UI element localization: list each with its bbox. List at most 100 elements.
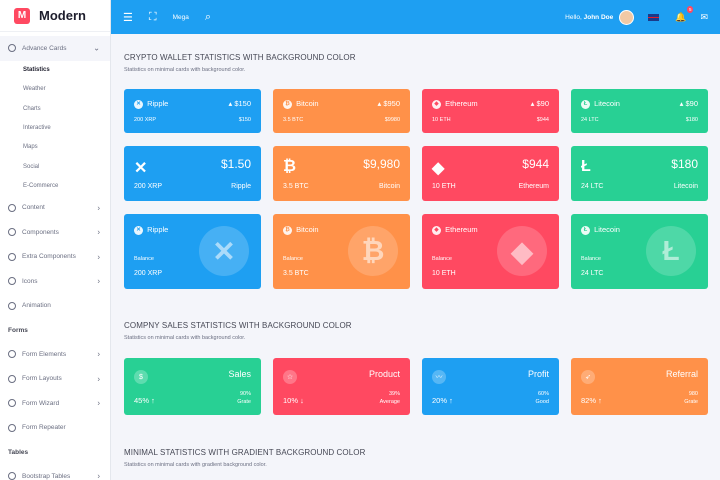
bitcoin-card[interactable]: ₿ $9,980 3.5 BTC Bitcoin	[273, 146, 410, 201]
card-name: ₿ Bitcoin	[283, 225, 319, 235]
sidebar-subitem-interactive[interactable]: Interactive	[0, 118, 110, 137]
brand[interactable]: M Modern	[0, 0, 110, 32]
litecoin-card[interactable]: Ł Litecoin Balance 24 LTC Ł	[571, 214, 708, 289]
notification-badge: 5	[686, 5, 694, 13]
balance-label: Balance	[581, 256, 601, 262]
card-coin-name: Bitcoin	[378, 183, 400, 190]
uk-flag-icon[interactable]	[648, 13, 660, 21]
avatar[interactable]	[619, 9, 635, 25]
card-rating: 60% Good	[535, 391, 549, 405]
bitcoin-card[interactable]: ₿ Bitcoin Balance 3.5 BTC ₿	[273, 214, 410, 289]
card-holding: 10 ETH	[432, 183, 456, 190]
caret-up-icon: ▴	[679, 99, 684, 108]
card-holding: 3.5 BTC	[283, 270, 309, 277]
sidebar-subitem-social[interactable]: Social	[0, 157, 110, 176]
sidebar-item-advance-cards[interactable]: Advance Cards ⌄	[0, 36, 110, 61]
card-rating: 980 Grate	[684, 391, 698, 405]
card-title: Profit	[527, 369, 549, 379]
sidebar-item-label: Content	[22, 204, 45, 212]
caret-up-icon: ▴	[228, 99, 233, 108]
ethereum-card[interactable]: ◆ $944 10 ETH Ethereum	[422, 146, 559, 201]
sidebar-subitem-statistics[interactable]: Statistics	[0, 61, 110, 80]
extra-components-icon	[8, 252, 16, 261]
card-percent: 20% ↑	[432, 396, 453, 405]
chevron-right-icon: ›	[97, 252, 100, 262]
table-icon	[8, 472, 16, 480]
user-greeting[interactable]: Hello, John Doe	[565, 14, 613, 21]
ethereum-background-icon: ◆	[497, 226, 547, 276]
ripple-card[interactable]: ✕ Ripple ▴ $150 200 XRP $150	[124, 89, 261, 133]
ethereum-card[interactable]: ◆ Ethereum Balance 10 ETH ◆	[422, 214, 559, 289]
card-holding: 3.5 BTC	[283, 183, 309, 190]
section-crypto-header: CRYPTO WALLET STATISTICS WITH BACKGROUND…	[124, 53, 356, 73]
ripple-card[interactable]: ✕ $1.50 200 XRP Ripple	[124, 146, 261, 201]
sidebar-item-form-wizard[interactable]: Form Wizard ›	[0, 391, 110, 416]
sidebar-item-form-elements[interactable]: Form Elements ›	[0, 342, 110, 367]
sidebar-item-label: Form Elements	[22, 350, 67, 358]
sidebar-subitem-maps[interactable]: Maps	[0, 138, 110, 157]
form-layouts-icon	[8, 374, 16, 383]
section-title: COMPNY SALES STATISTICS WITH BACKGROUND …	[124, 321, 352, 330]
sidebar-item-label: Form Layouts	[22, 375, 62, 383]
animation-icon	[8, 301, 16, 310]
mail-icon[interactable]: ✉	[700, 12, 708, 23]
sidebar-item-form-layouts[interactable]: Form Layouts ›	[0, 367, 110, 392]
section-subtitle: Statistics on minimal cards with backgro…	[124, 67, 246, 73]
sidebar-header-tables: Tables	[8, 448, 29, 456]
section-sales-header: COMPNY SALES STATISTICS WITH BACKGROUND …	[124, 321, 352, 341]
sidebar-nav: Advance Cards ⌄ Statistics Weather Chart…	[0, 32, 110, 480]
card-worth: $9980	[384, 117, 400, 123]
sidebar-subitem-charts[interactable]: Charts	[0, 99, 110, 118]
mega-menu-link[interactable]: Mega	[173, 14, 189, 21]
arrow-up-icon: ↑	[449, 396, 453, 405]
sidebar-item-extra-components[interactable]: Extra Components ›	[0, 245, 110, 270]
chevron-right-icon: ›	[97, 398, 100, 408]
balance-label: Balance	[432, 256, 452, 262]
chevron-down-icon: ⌄	[93, 43, 100, 53]
menu-icon[interactable]: ☰	[123, 11, 133, 24]
sidebar-item-content[interactable]: Content ›	[0, 196, 110, 221]
user-name: John Doe	[583, 13, 614, 21]
sidebar-item-animation[interactable]: Animation	[0, 294, 110, 319]
litecoin-background-icon: Ł	[646, 226, 696, 276]
ethereum-icon: ◆	[432, 225, 441, 235]
ripple-background-icon: ✕	[199, 226, 249, 276]
litecoin-card[interactable]: Ł $180 24 LTC Litecoin	[571, 146, 708, 201]
sidebar-header-forms: Forms	[8, 326, 28, 334]
section-title: CRYPTO WALLET STATISTICS WITH BACKGROUND…	[124, 53, 356, 62]
card-coin-name: Ripple	[231, 183, 251, 190]
card-holding: 24 LTC	[581, 183, 604, 190]
sales-card[interactable]: $ Sales 45% ↑ 90% Grate	[124, 358, 261, 415]
ripple-card[interactable]: ✕ Ripple Balance 200 XRP ✕	[124, 214, 261, 289]
sidebar-item-label: Form Repeater	[22, 424, 66, 432]
sidebar-item-components[interactable]: Components ›	[0, 220, 110, 245]
litecoin-card[interactable]: Ł Litecoin ▴ $90 24 LTC $180	[571, 89, 708, 133]
bell-icon[interactable]: 🔔 5	[675, 5, 694, 23]
balance-label: Balance	[283, 256, 303, 262]
product-card[interactable]: ☆ Product 10% ↓ 39% Average	[273, 358, 410, 415]
profit-card[interactable]: 〰 Profit 20% ↑ 60% Good	[422, 358, 559, 415]
fullscreen-icon[interactable]: ⛶	[149, 11, 157, 24]
bitcoin-card[interactable]: ₿ Bitcoin ▴ $950 3.5 BTC $9980	[273, 89, 410, 133]
card-percent: 10% ↓	[283, 396, 304, 405]
crypto-row-2: ✕ $1.50 200 XRP Ripple ₿ $9,980 3.5 BTC …	[124, 146, 708, 201]
card-value: $9,980	[363, 157, 400, 171]
card-title: Product	[368, 369, 400, 379]
content-icon	[8, 203, 16, 212]
chevron-right-icon: ›	[97, 349, 100, 359]
card-value: $180	[671, 157, 698, 171]
search-icon[interactable]: ⌕	[205, 11, 211, 24]
referral-card[interactable]: ➶ Referral 82% ↑ 980 Grate	[571, 358, 708, 415]
arrow-up-icon: ↑	[151, 396, 155, 405]
caret-up-icon: ▴	[530, 99, 535, 108]
sidebar-item-form-repeater[interactable]: Form Repeater	[0, 416, 110, 441]
sidebar-item-label: Icons	[22, 277, 38, 285]
sidebar-subitem-weather[interactable]: Weather	[0, 80, 110, 99]
sidebar-item-bootstrap-tables[interactable]: Bootstrap Tables ›	[0, 464, 110, 480]
arrow-down-icon: ↓	[300, 396, 304, 405]
ethereum-card[interactable]: ◆ Ethereum ▴ $90 10 ETH $944	[422, 89, 559, 133]
sidebar-item-icons[interactable]: Icons ›	[0, 269, 110, 294]
sidebar-subitem-ecommerce[interactable]: E-Commerce	[0, 176, 110, 195]
card-holding: 10 ETH	[432, 117, 451, 123]
sidebar-item-label: Animation	[22, 302, 51, 310]
